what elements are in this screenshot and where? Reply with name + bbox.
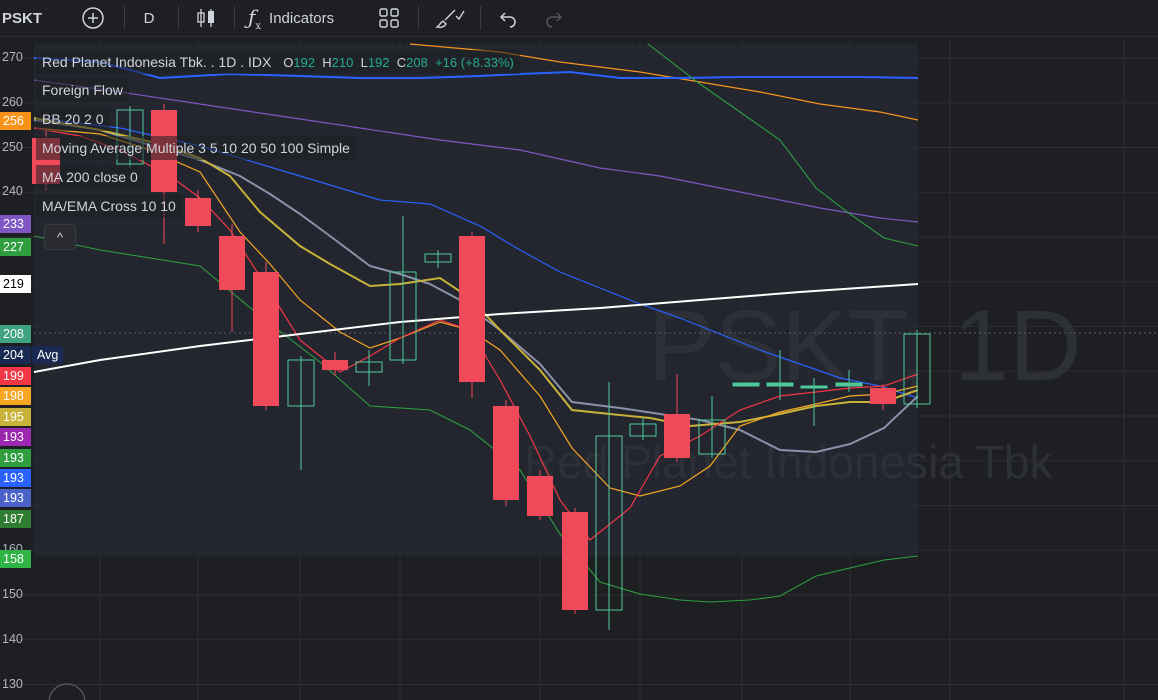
candle-body bbox=[800, 385, 828, 389]
legend-symbol-title: Red Planet Indonesia Tbk. . 1D . IDX bbox=[42, 54, 272, 70]
legend-collapse-button[interactable]: ^ bbox=[44, 224, 76, 250]
candle-body bbox=[527, 476, 553, 516]
legend-label: MA/EMA Cross 10 10 bbox=[42, 198, 176, 214]
price-tag: 199 bbox=[0, 367, 31, 385]
price-tag: 193 bbox=[0, 489, 31, 507]
legend-label: Foreign Flow bbox=[42, 82, 123, 98]
legend-ma-multiple[interactable]: Moving Average Multiple 3 5 10 20 50 100… bbox=[36, 136, 356, 160]
price-tag: 193 bbox=[0, 428, 31, 446]
legend-ma-200[interactable]: MA 200 close 0 bbox=[36, 165, 144, 189]
interval-label: D bbox=[143, 9, 155, 27]
ohlc-change: +16 (+8.33%) bbox=[435, 55, 514, 70]
drawing-brush-icon bbox=[434, 9, 465, 29]
indicators-label: Indicators bbox=[269, 9, 335, 27]
price-tick-label: 140 bbox=[2, 631, 23, 646]
toolbar-divider bbox=[480, 6, 481, 30]
price-tick-label: 270 bbox=[2, 50, 23, 64]
price-tag: 233 bbox=[0, 215, 31, 233]
ohlc-close-value: 208 bbox=[406, 55, 428, 70]
price-tick-label: 130 bbox=[2, 676, 23, 691]
candle-body bbox=[870, 388, 896, 404]
legend-title-row[interactable]: Red Planet Indonesia Tbk. . 1D . IDX O19… bbox=[36, 50, 520, 74]
candle-body bbox=[835, 382, 863, 387]
candle bbox=[732, 382, 760, 387]
toolbar-divider bbox=[234, 6, 235, 30]
interval-button[interactable]: D bbox=[136, 0, 162, 36]
drawing-button[interactable] bbox=[432, 0, 468, 36]
legend-label: Moving Average Multiple 3 5 10 20 50 100… bbox=[42, 140, 350, 156]
candle-body bbox=[459, 236, 485, 382]
price-tick-label: 150 bbox=[2, 587, 23, 601]
watermark-name: Red Planet Indonesia Tbk bbox=[524, 436, 1054, 488]
ohlc-open-value: 192 bbox=[293, 55, 316, 70]
price-tick-label: 250 bbox=[2, 139, 23, 154]
candle-body bbox=[219, 236, 245, 290]
candle bbox=[459, 232, 485, 398]
candle-body bbox=[562, 512, 588, 610]
chevron-up-icon: ^ bbox=[56, 229, 64, 245]
symbol-button[interactable]: PSKT bbox=[2, 0, 52, 36]
avg-price-tag: Avg bbox=[32, 346, 64, 364]
candle-body bbox=[322, 360, 348, 370]
ohlc-open-key: O bbox=[283, 55, 294, 70]
top-toolbar: PSKT D ƒx Indicators bbox=[0, 0, 1158, 37]
price-tag: 158 bbox=[0, 550, 31, 568]
legend-bb[interactable]: BB 20 2 0 bbox=[36, 107, 110, 131]
candle-body bbox=[766, 382, 794, 387]
candle bbox=[493, 400, 519, 506]
candle-body bbox=[664, 414, 690, 458]
indicators-button[interactable]: ƒx Indicators bbox=[248, 0, 366, 36]
ohlc-low-key: L bbox=[360, 55, 368, 70]
redo-icon bbox=[546, 12, 563, 28]
legend-ohlc: O192 H210 L192 C208 +16 (+8.33%) bbox=[283, 55, 514, 70]
watermark-symbol: PSKT, 1D bbox=[648, 290, 1082, 402]
legend-ma-ema-cross[interactable]: MA/EMA Cross 10 10 bbox=[36, 194, 182, 218]
ohlc-low-value: 192 bbox=[367, 55, 390, 70]
legend-foreign-flow[interactable]: Foreign Flow bbox=[36, 78, 129, 102]
fx-icon: ƒx bbox=[248, 4, 262, 32]
undo-button[interactable] bbox=[494, 0, 522, 36]
chart-type-button[interactable] bbox=[192, 0, 220, 36]
candle bbox=[562, 508, 588, 614]
price-tag: 256 bbox=[0, 112, 31, 130]
add-symbol-button[interactable] bbox=[78, 0, 108, 36]
redo-button[interactable] bbox=[540, 0, 568, 36]
candles-icon bbox=[197, 9, 214, 27]
layout-button[interactable] bbox=[374, 0, 404, 36]
scroll-handle-icon[interactable] bbox=[48, 683, 86, 700]
toolbar-divider bbox=[124, 6, 125, 30]
price-tag: 204 bbox=[0, 346, 31, 364]
undo-icon bbox=[499, 12, 516, 28]
candle-body bbox=[253, 272, 279, 406]
symbol-label: PSKT bbox=[2, 9, 43, 27]
price-tag: 219 bbox=[0, 275, 31, 293]
candle bbox=[253, 262, 279, 410]
price-tag: 193 bbox=[0, 449, 31, 467]
ohlc-high-value: 210 bbox=[331, 55, 354, 70]
price-tag: 195 bbox=[0, 408, 31, 426]
toolbar-divider bbox=[418, 6, 419, 30]
candle bbox=[527, 470, 553, 520]
price-tick-label: 240 bbox=[2, 184, 23, 199]
candle-body bbox=[732, 382, 760, 387]
legend-label: BB 20 2 0 bbox=[42, 111, 104, 127]
toolbar-divider bbox=[178, 6, 179, 30]
price-tag: 227 bbox=[0, 238, 31, 256]
price-tag: 193 bbox=[0, 469, 31, 487]
price-tag: 198 bbox=[0, 387, 31, 405]
price-tag: 187 bbox=[0, 510, 31, 528]
price-tick-label: 260 bbox=[2, 94, 23, 109]
legend-label: MA 200 close 0 bbox=[42, 169, 138, 185]
candle-body bbox=[185, 198, 211, 226]
ohlc-close-key: C bbox=[396, 55, 407, 70]
layout-grid-icon bbox=[379, 8, 399, 28]
ohlc-high-key: H bbox=[322, 55, 332, 70]
add-symbol-icon bbox=[82, 7, 104, 29]
price-tag: 208 bbox=[0, 325, 31, 343]
candle-body bbox=[493, 406, 519, 500]
